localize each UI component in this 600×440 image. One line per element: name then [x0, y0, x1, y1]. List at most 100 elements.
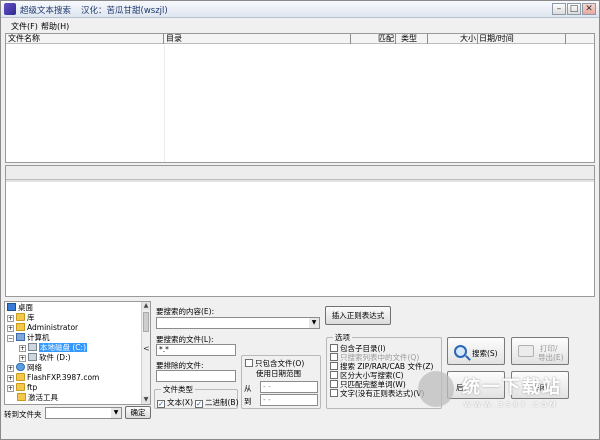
scroll-thumb[interactable] — [143, 312, 149, 332]
options-title: 选项 — [333, 332, 352, 343]
drive-icon — [28, 353, 37, 361]
expand-icon[interactable]: + — [19, 355, 26, 362]
goto-folder-dropdown[interactable]: ▼ — [45, 407, 122, 419]
checkbox-icon[interactable]: ✓ — [157, 400, 165, 408]
search-content-label: 要搜索的内容(E): — [156, 307, 215, 316]
text-checkbox[interactable]: ✓ 文本(X) — [157, 398, 193, 408]
maximize-button[interactable]: □ — [567, 3, 581, 15]
checkbox-icon[interactable] — [330, 362, 338, 370]
checkbox-icon[interactable] — [330, 371, 338, 379]
column-match[interactable]: 匹配 — [351, 34, 396, 44]
drive-icon — [28, 343, 37, 351]
checkbox-icon[interactable] — [330, 380, 338, 388]
scroll-up-icon[interactable]: ▲ — [142, 302, 150, 310]
checkbox-icon[interactable]: ✓ — [195, 400, 203, 408]
insert-regex-button[interactable]: 插入正则表达式 — [325, 306, 391, 325]
search-archives-checkbox[interactable]: 搜索 ZIP/RAR/CAB 文件(Z) — [330, 362, 433, 371]
expand-icon[interactable]: + — [7, 315, 14, 322]
preview-panel[interactable] — [5, 165, 595, 297]
date-range-group: 只包含文件(O) 使用日期范围 从 - - 到 - - — [241, 355, 321, 409]
tree-item-ftp[interactable]: + ftp — [7, 383, 37, 393]
to-date-input[interactable]: - - — [260, 394, 318, 406]
folder-tree[interactable]: 桌面 + 库 + Administrator − 计算机 + 本地磁盘 (C:) + 软件… — [4, 301, 151, 405]
tree-item-administrator[interactable]: + Administrator — [7, 323, 78, 333]
preview-subheader — [6, 180, 594, 182]
from-label: 从 — [244, 384, 252, 393]
desktop-icon — [7, 303, 16, 311]
collapse-arrow-icon[interactable]: < — [143, 344, 150, 353]
column-file-name[interactable]: 文件名称 — [6, 34, 164, 44]
results-list[interactable]: 文件名称 目录 匹配 类型 大小 日期/时间 — [5, 33, 595, 163]
collapse-icon[interactable]: − — [7, 335, 14, 342]
date-range-caption: 使用日期范围 — [256, 369, 301, 378]
expand-icon[interactable]: + — [7, 385, 14, 392]
watermark-url: WWW.3987.COM — [464, 401, 559, 409]
app-icon — [4, 3, 16, 15]
minimize-button[interactable]: – — [552, 3, 566, 15]
tree-item-drive-c[interactable]: + 本地磁盘 (C:) — [19, 343, 87, 353]
menu-file[interactable]: 文件(F) — [11, 21, 38, 32]
options-group: 选项 包含子目录(I) 只搜索列表中的文件(Q) 搜索 ZIP/RAR/CAB … — [326, 332, 442, 409]
title-bar: 超级文本搜索 汉化：苦瓜甘甜(wszjl) – □ ✕ — [1, 1, 599, 18]
tree-item-computer[interactable]: − 计算机 — [7, 333, 50, 343]
literal-text-checkbox[interactable]: 文字(没有正则表达式)(V) — [330, 389, 424, 398]
folder-icon — [16, 383, 25, 391]
close-window-button[interactable]: ✕ — [582, 3, 596, 15]
tree-item-flashfxp[interactable]: + FlashFXP.3987.com — [7, 373, 99, 383]
translator-credit: 汉化：苦瓜甘甜(wszjl) — [81, 6, 168, 16]
network-icon — [16, 363, 25, 371]
folder-icon — [16, 373, 25, 381]
search-content-input[interactable]: ▼ — [156, 317, 320, 329]
checkbox-icon[interactable] — [330, 353, 338, 361]
goto-folder-label: 转到文件夹 — [4, 410, 42, 419]
to-label: 到 — [244, 397, 252, 406]
date-range-checkbox[interactable]: 只包含文件(O) — [245, 359, 304, 368]
print-export-button[interactable]: 打印/ 导出(E) — [511, 337, 569, 365]
expand-icon[interactable]: + — [19, 345, 26, 352]
expand-icon[interactable]: + — [7, 375, 14, 382]
close-button[interactable]: 关闭 — [511, 371, 569, 399]
folder-icon — [17, 393, 26, 401]
user-folder-icon — [16, 323, 25, 331]
preview-header — [6, 166, 594, 180]
goto-ok-button[interactable]: 确定 — [125, 406, 151, 419]
from-date-input[interactable]: - - — [260, 381, 318, 393]
exclude-files-input[interactable] — [156, 370, 236, 382]
checkbox-icon[interactable] — [330, 389, 338, 397]
chevron-down-icon[interactable]: ▼ — [309, 318, 319, 328]
checkbox-icon[interactable] — [245, 359, 253, 367]
results-header: 文件名称 目录 匹配 类型 大小 日期/时间 — [6, 34, 594, 44]
checkbox-icon[interactable] — [330, 344, 338, 352]
search-listed-only-checkbox[interactable]: 只搜索列表中的文件(Q) — [330, 353, 419, 362]
column-datetime[interactable]: 日期/时间 — [478, 34, 566, 44]
column-type[interactable]: 类型 — [396, 34, 428, 44]
expand-icon[interactable]: + — [7, 325, 14, 332]
column-divider — [164, 45, 165, 162]
tree-item-activation-tools[interactable]: 激活工具 — [17, 393, 58, 403]
expand-icon[interactable]: + — [7, 365, 14, 372]
tree-item-network[interactable]: + 网络 — [7, 363, 42, 373]
case-sensitive-checkbox[interactable]: 区分大小写搜索(C) — [330, 371, 404, 380]
search-button[interactable]: 搜索(S) — [447, 337, 505, 365]
tree-scrollbar[interactable]: ▲ ▼ — [141, 302, 150, 404]
tree-item-drive-d[interactable]: + 软件 (D:) — [19, 353, 71, 363]
tree-item-library[interactable]: + 库 — [7, 313, 35, 323]
column-directory[interactable]: 目录 — [164, 34, 351, 44]
back-button[interactable]: 后( — [447, 371, 505, 399]
search-files-input[interactable]: *.* — [156, 344, 236, 356]
app-name: 超级文本搜索 — [20, 6, 72, 16]
column-size[interactable]: 大小 — [428, 34, 478, 44]
computer-icon — [16, 333, 25, 341]
app-window: 超级文本搜索 汉化：苦瓜甘甜(wszjl) – □ ✕ 文件(F) 帮助(H) 文… — [0, 0, 600, 440]
chevron-down-icon[interactable]: ▼ — [111, 408, 121, 418]
whole-word-checkbox[interactable]: 只匹配完整单词(W) — [330, 380, 406, 389]
menu-bar: 文件(F) 帮助(H) — [1, 19, 599, 33]
scroll-down-icon[interactable]: ▼ — [142, 396, 150, 404]
include-subdirs-checkbox[interactable]: 包含子目录(I) — [330, 344, 386, 353]
file-type-group: 文件类型 ✓ 文本(X) ✓ 二进制(B) — [154, 384, 239, 409]
menu-help[interactable]: 帮助(H) — [41, 21, 69, 32]
printer-icon — [518, 345, 534, 357]
folder-icon — [16, 313, 25, 321]
tree-item-desktop[interactable]: 桌面 — [7, 303, 33, 313]
binary-checkbox[interactable]: ✓ 二进制(B) — [195, 398, 239, 408]
